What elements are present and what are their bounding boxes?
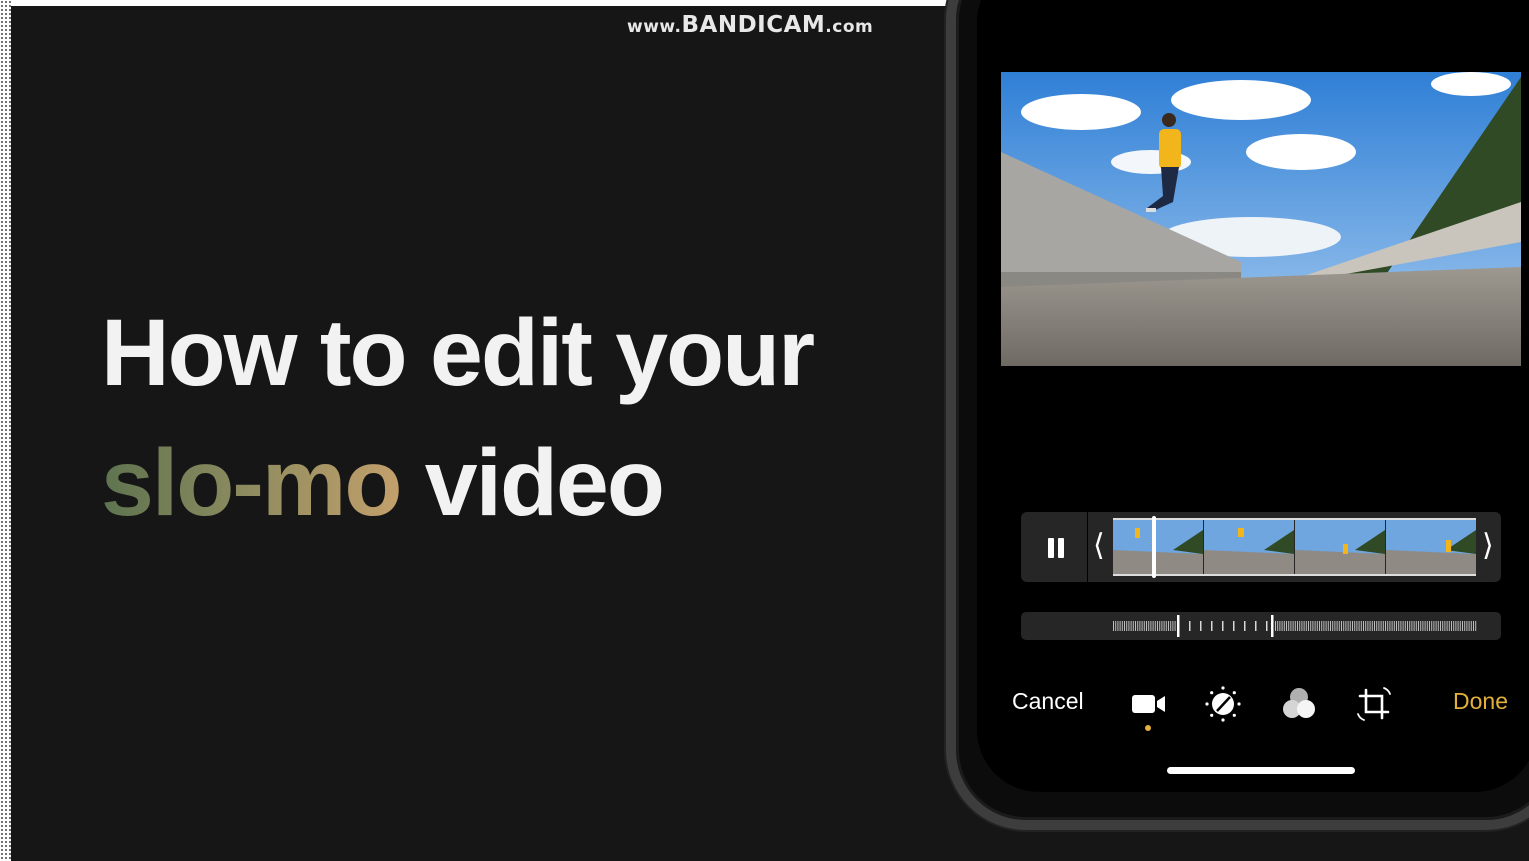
- pause-icon: [1048, 538, 1064, 558]
- title-line-2: slo-mo video: [101, 418, 813, 548]
- edit-toolbar: Cancel Done: [1001, 680, 1521, 731]
- video-frame-image: [1001, 72, 1521, 366]
- filters-icon[interactable]: [1279, 684, 1319, 724]
- scrubber-divider: [1087, 512, 1088, 582]
- home-indicator: [1167, 767, 1355, 774]
- video-filmstrip[interactable]: [1113, 518, 1476, 576]
- done-button[interactable]: Done: [1453, 688, 1508, 715]
- title-line-2-rest: video: [400, 430, 665, 536]
- adjust-icon[interactable]: [1203, 684, 1243, 724]
- speed-ticks: [1113, 615, 1477, 637]
- playhead[interactable]: [1152, 516, 1156, 578]
- trim-handle-left-icon[interactable]: ⟨: [1093, 528, 1105, 563]
- slow-motion-speed-bar[interactable]: [1021, 612, 1501, 640]
- bandicam-watermark: www.BANDICAM.com: [627, 12, 873, 38]
- left-edge-border: [0, 0, 11, 861]
- filmstrip-thumbnails: [1113, 520, 1476, 574]
- title-line-1: How to edit your: [101, 300, 815, 406]
- trim-handle-right-icon[interactable]: ⟩: [1482, 528, 1494, 563]
- watermark-brand: BANDICAM: [681, 12, 826, 38]
- watermark-suffix: .com: [825, 17, 874, 37]
- watermark-prefix: www.: [627, 17, 682, 37]
- cancel-button[interactable]: Cancel: [1012, 688, 1084, 715]
- video-icon[interactable]: [1129, 684, 1169, 724]
- video-preview[interactable]: [1001, 72, 1521, 366]
- page-title: How to edit your slo-mo video: [101, 288, 815, 548]
- crop-icon[interactable]: [1354, 684, 1394, 724]
- pause-button[interactable]: [1034, 526, 1078, 570]
- title-highlight: slo-mo: [101, 430, 402, 536]
- active-tool-indicator: [1145, 725, 1151, 731]
